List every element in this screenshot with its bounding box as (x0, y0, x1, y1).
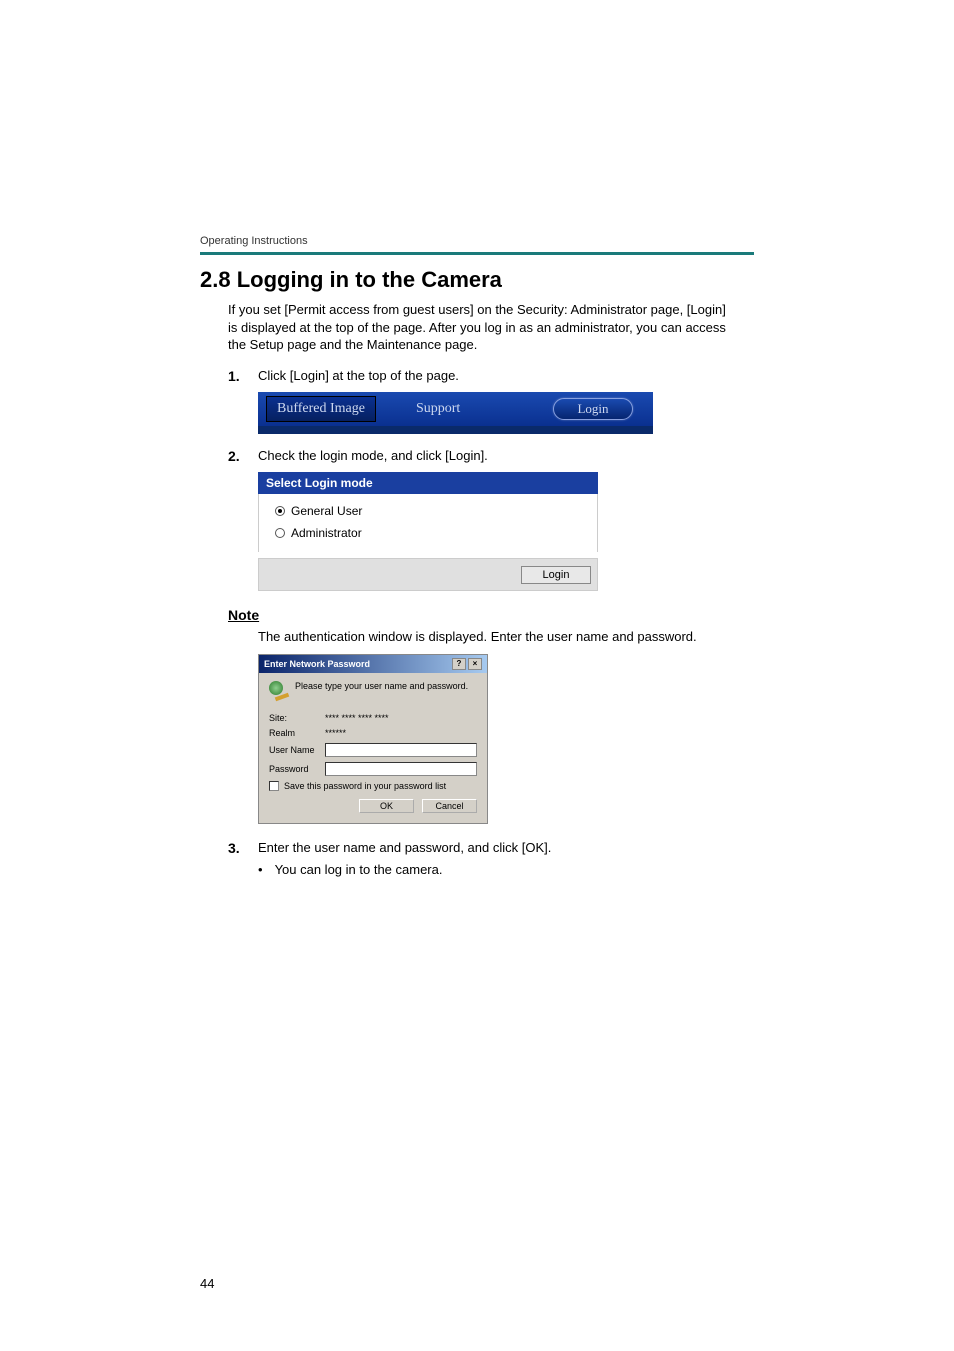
steps-list: 1. Click [Login] at the top of the page.… (228, 368, 726, 591)
auth-prompt: Please type your user name and password. (295, 681, 477, 691)
page: Operating Instructions 2.8 Logging in to… (0, 0, 954, 1351)
login-mode-footer: Login (258, 558, 598, 591)
site-label: Site: (269, 713, 319, 723)
buffered-image-tab[interactable]: Buffered Image (266, 396, 376, 422)
realm-label: Realm (269, 728, 319, 738)
note-heading: Note (228, 607, 726, 623)
password-input[interactable] (325, 762, 477, 776)
doc-header: Operating Instructions (200, 235, 754, 247)
realm-value: ****** (325, 728, 346, 738)
bullet-text: You can log in to the camera. (275, 862, 443, 877)
login-bar-screenshot: Buffered Image Support Login (258, 392, 653, 434)
intro-paragraph: If you set [Permit access from guest use… (228, 301, 726, 354)
step-text: Check the login mode, and click [Login]. (258, 448, 726, 463)
key-globe-icon (269, 681, 289, 705)
save-password-checkbox[interactable] (269, 781, 279, 791)
step-3-bullet: • You can log in to the camera. (258, 862, 726, 877)
step-number: 3. (228, 840, 246, 856)
cancel-button[interactable]: Cancel (422, 799, 477, 813)
radio-label: Administrator (291, 526, 362, 540)
save-password-label: Save this password in your password list (284, 781, 446, 791)
login-mode-panel: Select Login mode General User Administr… (258, 472, 598, 591)
auth-dialog-titlebar: Enter Network Password ? × (259, 655, 487, 673)
radio-icon (275, 506, 285, 516)
username-input[interactable] (325, 743, 477, 757)
step-text: Click [Login] at the top of the page. (258, 368, 726, 383)
radio-general-user[interactable]: General User (269, 500, 587, 522)
login-submit-button[interactable]: Login (521, 566, 591, 584)
step-number: 2. (228, 448, 246, 464)
support-link[interactable]: Support (416, 401, 460, 417)
section-title: 2.8 Logging in to the Camera (200, 267, 754, 293)
site-value: **** **** **** **** (325, 713, 389, 723)
close-icon[interactable]: × (468, 658, 482, 670)
ok-button[interactable]: OK (359, 799, 414, 813)
note-text: The authentication window is displayed. … (258, 629, 726, 644)
steps-list-2: 3. Enter the user name and password, and… (228, 840, 726, 877)
password-label: Password (269, 764, 319, 774)
header-rule (200, 252, 754, 255)
login-mode-title: Select Login mode (258, 472, 598, 494)
step-text: Enter the user name and password, and cl… (258, 840, 726, 855)
radio-icon (275, 528, 285, 538)
auth-dialog: Enter Network Password ? × Please type y… (258, 654, 488, 824)
help-icon[interactable]: ? (452, 658, 466, 670)
auth-dialog-title: Enter Network Password (264, 659, 450, 669)
step-2: 2. Check the login mode, and click [Logi… (228, 448, 726, 591)
bullet-dot: • (258, 862, 263, 877)
username-label: User Name (269, 745, 319, 755)
radio-label: General User (291, 504, 362, 518)
page-number: 44 (200, 1276, 214, 1291)
step-3: 3. Enter the user name and password, and… (228, 840, 726, 877)
radio-administrator[interactable]: Administrator (269, 522, 587, 544)
login-button[interactable]: Login (553, 398, 633, 420)
step-number: 1. (228, 368, 246, 384)
step-1: 1. Click [Login] at the top of the page.… (228, 368, 726, 434)
